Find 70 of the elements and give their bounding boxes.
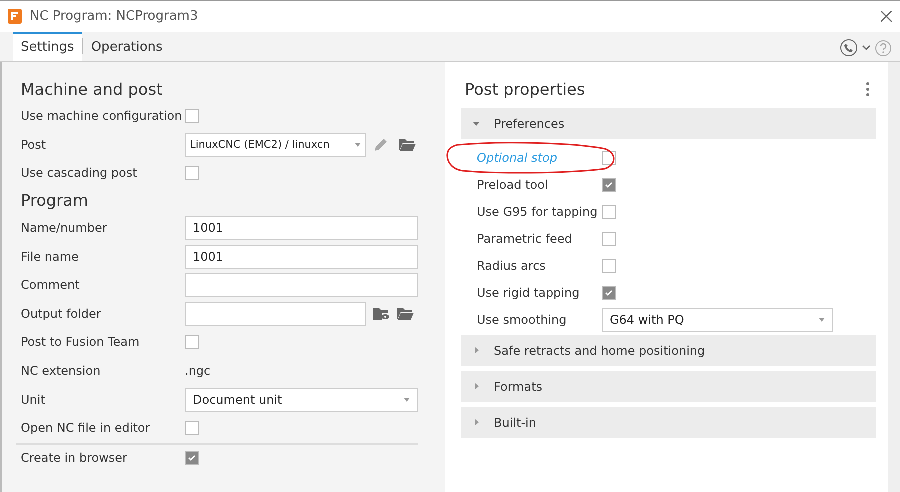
- field-label: Radius arcs: [477, 258, 547, 272]
- caret-icon[interactable]: [473, 419, 480, 426]
- field-label: Preload tool: [477, 178, 550, 192]
- window-title: NC Program: NCProgram3: [30, 9, 200, 24]
- section-heading: Post properties: [465, 78, 586, 100]
- pencil-icon[interactable]: [374, 137, 389, 152]
- check-icon: [604, 180, 614, 190]
- field-label: Output folder: [21, 306, 102, 321]
- tab[interactable]: Settings: [13, 32, 82, 61]
- field-label: Parametric feed: [477, 232, 574, 246]
- text-field[interactable]: [185, 273, 418, 298]
- checkbox[interactable]: [602, 178, 616, 192]
- group-title: Safe retracts and home positioning: [494, 344, 706, 358]
- text-field[interactable]: [185, 302, 366, 326]
- group-header[interactable]: Formats: [461, 371, 876, 402]
- group-title: Preferences: [494, 116, 565, 130]
- field-label: Optional stop: [477, 150, 558, 164]
- dropdown-arrow-icon: [355, 142, 361, 147]
- close-icon[interactable]: [881, 11, 892, 22]
- group-title: Formats: [494, 380, 543, 394]
- folder-preview-icon[interactable]: [373, 306, 390, 321]
- field-label: File name: [21, 250, 80, 264]
- folder-icon[interactable]: [399, 138, 416, 152]
- group-header[interactable]: Built-in: [461, 407, 876, 438]
- dropdown[interactable]: G64 with PQ: [602, 308, 833, 332]
- field-label: Comment: [21, 278, 81, 292]
- field-label: Create in browser: [21, 450, 128, 465]
- checkbox[interactable]: [602, 258, 616, 272]
- value-text: .ngc: [185, 364, 211, 378]
- field-label: Use cascading post: [21, 166, 138, 180]
- checkbox[interactable]: [185, 421, 199, 436]
- checkbox[interactable]: [602, 204, 616, 218]
- phone-icon[interactable]: [840, 39, 858, 57]
- field-label: Use G95 for tapping: [477, 204, 599, 218]
- dropdown-arrow-icon: [819, 318, 825, 322]
- checkbox[interactable]: [602, 286, 616, 300]
- field-label: Post to Fusion Team: [21, 335, 141, 350]
- dropdown[interactable]: Document unit: [185, 388, 418, 412]
- app-logo-icon: [8, 9, 22, 24]
- checkbox[interactable]: [185, 166, 199, 180]
- checkbox[interactable]: [185, 109, 199, 124]
- dropdown-arrow-icon: [404, 398, 410, 402]
- field-label: Open NC file in editor: [21, 421, 152, 436]
- caret-icon[interactable]: [473, 120, 480, 127]
- caret-icon[interactable]: [473, 347, 480, 354]
- field-label: NC extension: [21, 364, 102, 378]
- check-icon: [187, 452, 197, 463]
- group-header[interactable]: Preferences: [461, 108, 876, 139]
- tab[interactable]: Operations: [83, 32, 171, 61]
- checkbox[interactable]: [185, 335, 199, 350]
- check-icon: [604, 288, 614, 298]
- folder-icon[interactable]: [397, 307, 414, 320]
- caret-icon[interactable]: [473, 383, 480, 390]
- field-label: Use rigid tapping: [477, 286, 581, 300]
- text-field[interactable]: 1001: [185, 216, 418, 240]
- field-label: Use smoothing: [477, 312, 568, 326]
- field-label: Use machine configuration: [21, 109, 184, 124]
- field-label: Name/number: [21, 221, 108, 236]
- section-heading: Machine and post: [21, 78, 164, 100]
- text-field[interactable]: 1001: [185, 244, 418, 269]
- post-dropdown[interactable]: LinuxCNC (EMC2) / linuxcn: [185, 132, 366, 157]
- checkbox[interactable]: [185, 450, 199, 465]
- checkbox[interactable]: [602, 232, 616, 246]
- group-title: Built-in: [494, 416, 536, 430]
- more-options-icon[interactable]: [866, 82, 870, 96]
- section-heading: Program: [21, 190, 90, 212]
- chevron-down-icon[interactable]: [862, 45, 871, 51]
- field-label: Unit: [21, 392, 46, 407]
- field-label: Post: [21, 138, 48, 152]
- group-header[interactable]: Safe retracts and home positioning: [461, 335, 876, 366]
